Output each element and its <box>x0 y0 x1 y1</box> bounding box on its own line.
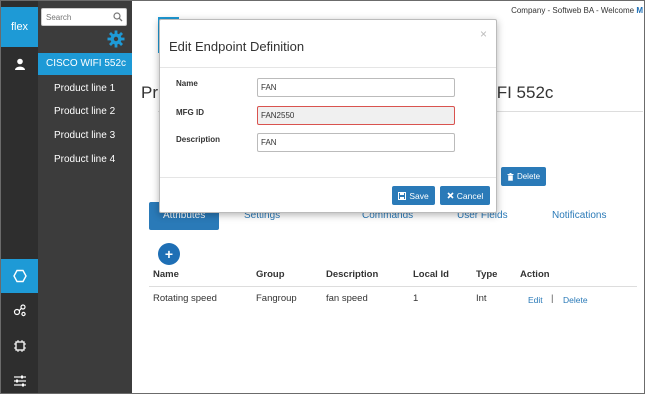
mfg-id-label: MFG ID <box>176 108 204 117</box>
search-input[interactable] <box>42 9 112 25</box>
flex-logo[interactable]: flex <box>1 7 38 47</box>
edit-link[interactable]: Edit <box>528 295 543 305</box>
sidebar-item-product-line-2[interactable]: Product line 2 <box>38 101 132 123</box>
cell-local-id: 1 <box>413 293 419 304</box>
cancel-label: Cancel <box>456 190 484 201</box>
cell-type: Int <box>476 293 487 304</box>
description-field[interactable]: FAN <box>257 133 455 152</box>
nodes-icon[interactable] <box>1 293 38 327</box>
name-label: Name <box>176 79 198 88</box>
chip-icon[interactable] <box>1 329 38 363</box>
company-welcome: Company - Softweb BA - Welcome M <box>511 6 643 15</box>
delete-button[interactable]: Delete <box>501 167 546 186</box>
col-header-action: Action <box>520 269 550 280</box>
cell-group: Fangroup <box>256 293 297 304</box>
col-header-group: Group <box>256 269 285 280</box>
gear-icon[interactable] <box>107 30 125 51</box>
mfg-id-field[interactable]: FAN2550 <box>257 106 455 125</box>
add-attribute-button[interactable]: + <box>158 243 180 265</box>
sidebar-item-cisco-wifi[interactable]: CISCO WIFI 552c <box>38 53 132 75</box>
name-field[interactable]: FAN <box>257 78 455 97</box>
sliders-icon[interactable] <box>1 364 38 393</box>
col-header-description: Description <box>326 269 379 280</box>
edit-endpoint-modal: Edit Endpoint Definition × Name FAN MFG … <box>159 19 497 213</box>
cancel-button[interactable]: Cancel <box>440 186 490 205</box>
page-title-suffix: IFI 552c <box>492 83 554 102</box>
trash-icon <box>507 172 514 181</box>
close-icon[interactable]: × <box>480 27 487 41</box>
save-label: Save <box>409 190 429 201</box>
save-icon <box>398 191 407 200</box>
modal-header-divider <box>160 67 496 68</box>
col-header-name: Name <box>153 269 179 280</box>
user-menu[interactable]: M <box>636 6 643 15</box>
cell-name: Rotating speed <box>153 293 217 304</box>
search-icon[interactable] <box>113 12 123 25</box>
sidebar-item-product-line-1[interactable]: Product line 1 <box>38 78 132 100</box>
modal-title: Edit Endpoint Definition <box>169 39 305 54</box>
action-separator: | <box>551 293 554 304</box>
delete-label: Delete <box>516 172 541 181</box>
description-label: Description <box>176 135 221 144</box>
table-header-divider <box>149 286 637 287</box>
product-sidebar: CISCO WIFI 552c Product line 1 Product l… <box>38 1 132 393</box>
page-title: Pr <box>141 83 158 102</box>
sidebar-item-product-line-3[interactable]: Product line 3 <box>38 125 132 147</box>
icon-rail: flex <box>1 1 38 393</box>
cancel-x-icon <box>447 192 454 199</box>
tab-notifications[interactable]: Notifications <box>552 202 606 230</box>
company-text: Company - Softweb BA - Welcome <box>511 6 635 15</box>
delete-link[interactable]: Delete <box>563 295 588 305</box>
save-button[interactable]: Save <box>392 186 435 205</box>
cell-description: fan speed <box>326 293 368 304</box>
hexagon-icon[interactable] <box>1 259 38 293</box>
app-window: flex CISCO WIFI 552c Product line 1 <box>0 0 645 394</box>
col-header-type: Type <box>476 269 498 280</box>
search-box <box>41 8 127 26</box>
sidebar-item-product-line-4[interactable]: Product line 4 <box>38 149 132 171</box>
col-header-local-id: Local Id <box>413 269 449 280</box>
user-icon[interactable] <box>1 47 38 81</box>
modal-footer-divider <box>160 177 496 178</box>
